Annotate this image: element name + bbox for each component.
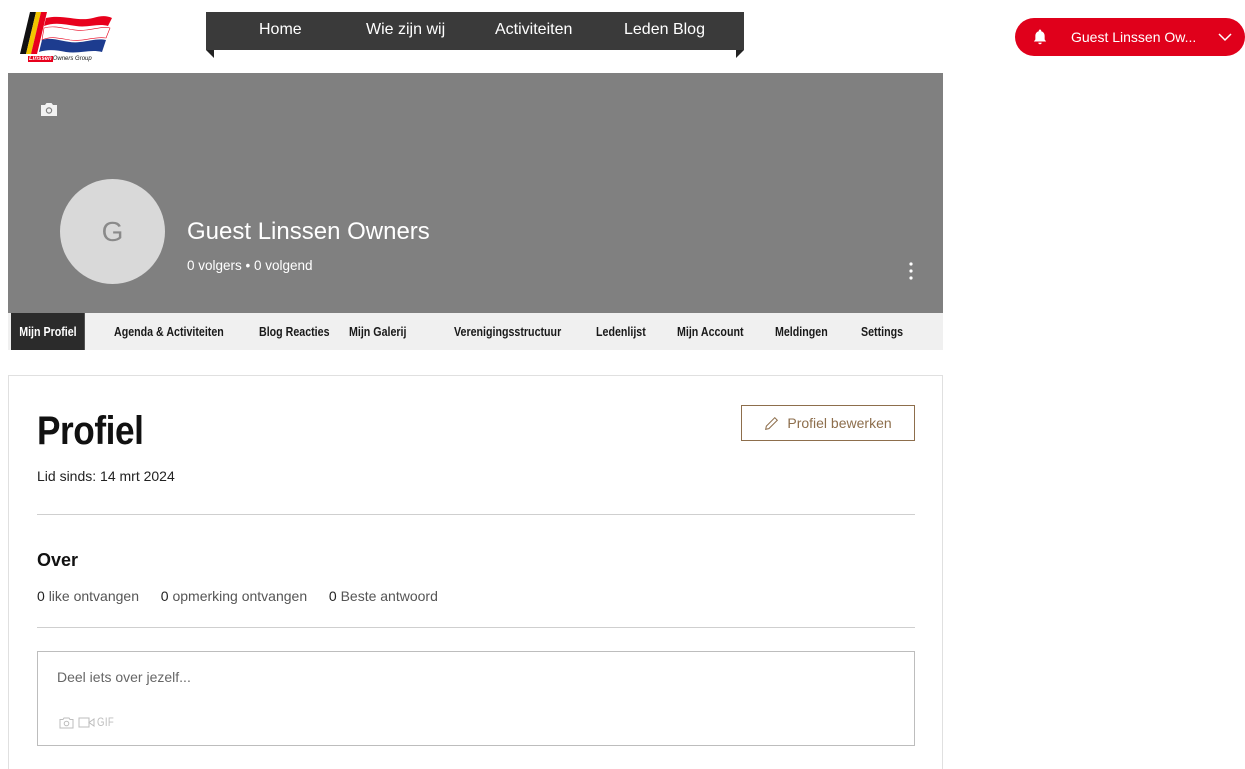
tab-settings[interactable]: Settings <box>861 313 903 350</box>
main-navigation: Home Wie zijn wij Activiteiten Leden Blo… <box>206 12 744 58</box>
site-logo[interactable]: LinssenOwners Group <box>18 12 116 64</box>
change-cover-camera-icon[interactable] <box>39 100 59 118</box>
nav-ribbon-fold-right <box>736 50 744 58</box>
comments-label: opmerking ontvangen <box>172 588 308 604</box>
nav-home[interactable]: Home <box>259 21 302 39</box>
tab-ledenlijst[interactable]: Ledenlijst <box>596 313 646 350</box>
user-menu-name: Guest Linssen Ow... <box>1071 29 1197 45</box>
likes-label: like ontvangen <box>48 588 139 604</box>
about-title: Over <box>37 550 79 570</box>
tab-verenigingsstructuur[interactable]: Verenigingsstructuur <box>454 313 561 350</box>
likes-count: 0 <box>37 588 45 604</box>
tab-meldingen[interactable]: Meldingen <box>775 313 828 350</box>
about-input[interactable] <box>57 666 877 688</box>
profile-cover: G Guest Linssen Owners 0 volgers • 0 vol… <box>8 73 943 313</box>
best-answers-label: Beste antwoord <box>340 588 438 604</box>
tab-mijn-profiel[interactable]: Mijn Profiel <box>11 313 85 350</box>
tab-mijn-galerij[interactable]: Mijn Galerij <box>349 313 406 350</box>
camera-icon[interactable] <box>59 716 74 729</box>
profile-card: Profiel Lid sinds: 14 mrt 2024 Profiel b… <box>8 375 943 769</box>
member-since: Lid sinds: 14 mrt 2024 <box>37 468 175 484</box>
gif-button[interactable]: GIF <box>97 715 114 729</box>
divider <box>37 627 915 628</box>
nav-wie-zijn-wij[interactable]: Wie zijn wij <box>366 21 445 39</box>
divider <box>37 514 915 515</box>
tab-mijn-account[interactable]: Mijn Account <box>677 313 744 350</box>
about-stats: 0 like ontvangen 0 opmerking ontvangen 0… <box>37 588 438 604</box>
tab-agenda-activiteiten[interactable]: Agenda & Activiteiten <box>114 313 224 350</box>
pencil-icon <box>765 416 779 430</box>
best-answers-count: 0 <box>328 588 337 604</box>
page-title: Profiel <box>37 409 144 453</box>
bell-icon[interactable] <box>1031 28 1049 46</box>
follower-stats[interactable]: 0 volgers • 0 volgend <box>187 258 313 273</box>
nav-activiteiten[interactable]: Activiteiten <box>495 21 572 39</box>
avatar[interactable]: G <box>60 179 165 284</box>
tab-blog-reacties[interactable]: Blog Reacties <box>259 313 330 350</box>
comments-count: 0 <box>160 588 169 604</box>
chevron-down-icon[interactable] <box>1218 31 1232 43</box>
nav-leden-blog[interactable]: Leden Blog <box>624 21 705 39</box>
edit-profile-label: Profiel bewerken <box>787 415 892 431</box>
logo-flag-graphic <box>20 12 112 54</box>
profile-tabs: Mijn Profiel Agenda & Activiteiten Blog … <box>8 313 943 350</box>
video-icon[interactable] <box>78 716 95 729</box>
profile-name: Guest Linssen Owners <box>187 218 430 245</box>
more-options-icon[interactable] <box>903 259 919 283</box>
nav-ribbon-fold-left <box>206 50 214 58</box>
logo-text: LinssenOwners Group <box>28 56 92 62</box>
about-composer[interactable]: GIF <box>37 651 915 746</box>
user-menu-button[interactable]: Guest Linssen Ow... <box>1015 18 1245 56</box>
edit-profile-button[interactable]: Profiel bewerken <box>741 405 915 441</box>
